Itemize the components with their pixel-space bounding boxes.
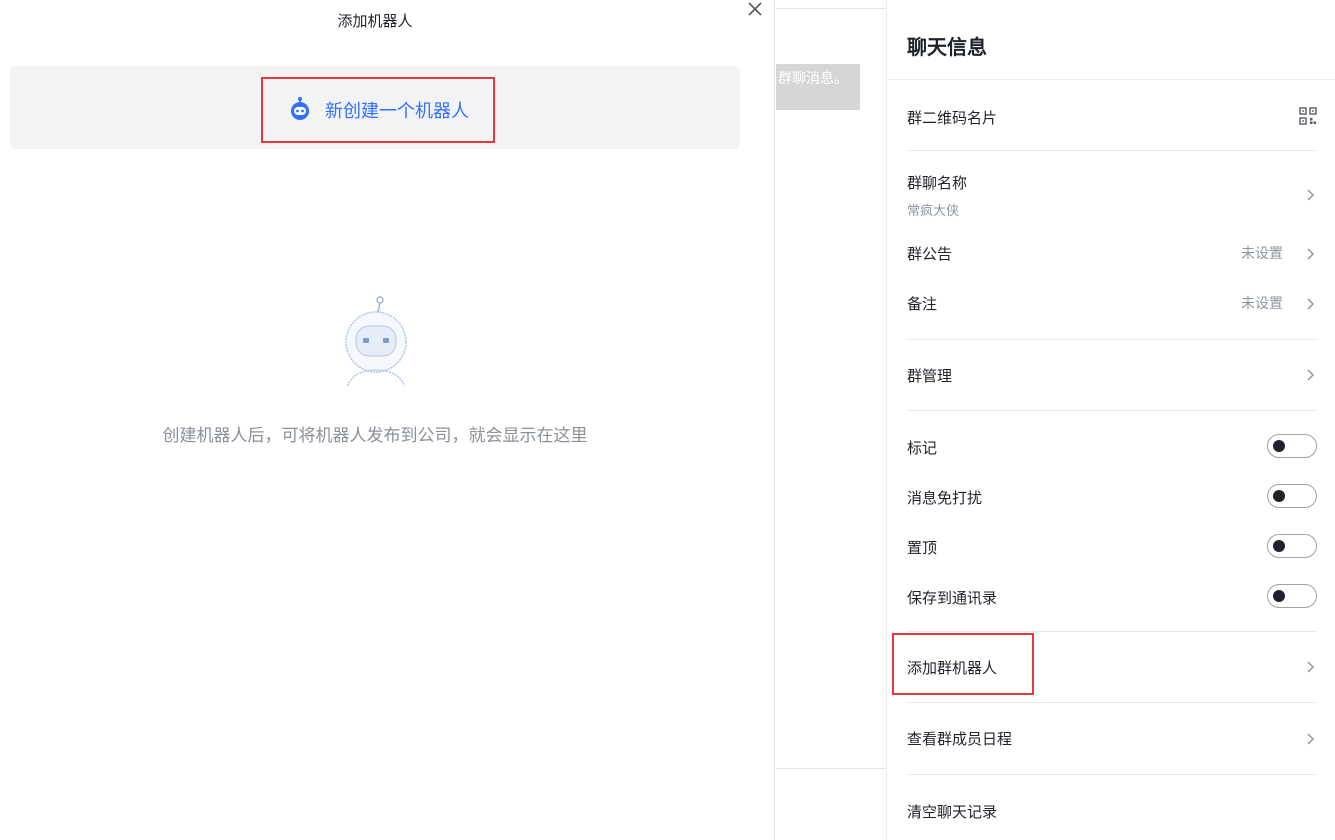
robot-icon bbox=[287, 95, 313, 125]
row-label: 查看群成员日程 bbox=[907, 730, 1013, 748]
chat-area: 群聊消息。 bbox=[776, 0, 886, 840]
row-toggle-save-contacts: 保存到通讯录 bbox=[907, 584, 1317, 610]
chat-info-panel: 聊天信息 群二维码名片 群聊名称 常疯大侠 群公告 未设置 备注 未设置 群管理… bbox=[886, 0, 1335, 840]
empty-state-text: 创建机器人后，可将机器人发布到公司，就会显示在这里 bbox=[162, 426, 588, 446]
divider bbox=[907, 150, 1317, 151]
row-label: 标记 bbox=[907, 439, 938, 457]
row-label: 清空聊天记录 bbox=[907, 803, 998, 821]
divider bbox=[907, 410, 1317, 411]
divider bbox=[907, 631, 1317, 632]
announcement-value: 未设置 bbox=[1241, 246, 1283, 262]
pin-toggle[interactable] bbox=[1267, 534, 1317, 558]
row-announcement[interactable]: 群公告 未设置 bbox=[907, 243, 1317, 265]
row-member-schedule[interactable]: 查看群成员日程 bbox=[907, 728, 1317, 750]
chat-bottom-divider bbox=[776, 768, 886, 769]
row-toggle-mark: 标记 bbox=[907, 434, 1317, 460]
save-contacts-toggle[interactable] bbox=[1267, 584, 1317, 608]
row-group-manage[interactable]: 群管理 bbox=[907, 365, 1317, 387]
close-icon[interactable] bbox=[745, 0, 765, 20]
row-label: 群公告 bbox=[907, 245, 953, 263]
mute-toggle[interactable] bbox=[1267, 484, 1317, 508]
row-group-name[interactable]: 群聊名称 常疯大侠 bbox=[907, 172, 1317, 219]
row-remark[interactable]: 备注 未设置 bbox=[907, 293, 1317, 315]
panel-header: 聊天信息 bbox=[887, 0, 1335, 80]
dialog-title: 添加机器人 bbox=[337, 12, 413, 30]
chevron-right-icon bbox=[1303, 188, 1317, 202]
row-label: 备注 bbox=[907, 295, 938, 313]
divider bbox=[907, 339, 1317, 340]
divider bbox=[907, 774, 1317, 775]
row-add-group-robot[interactable]: 添加群机器人 bbox=[907, 657, 1317, 679]
chevron-right-icon bbox=[1303, 732, 1317, 746]
chevron-right-icon bbox=[1303, 660, 1317, 674]
row-label: 群二维码名片 bbox=[907, 109, 998, 127]
row-toggle-pin: 置顶 bbox=[907, 534, 1317, 560]
row-group-qr[interactable]: 群二维码名片 bbox=[907, 107, 1317, 129]
row-label: 群聊名称 bbox=[907, 174, 968, 192]
add-robot-dialog: 添加机器人 新创建一个机器人 创建机器人后，可将机器人发布到公司，就会显示在这里 bbox=[0, 0, 775, 840]
mark-toggle[interactable] bbox=[1267, 434, 1317, 458]
remark-value: 未设置 bbox=[1241, 296, 1283, 312]
row-label: 群管理 bbox=[907, 367, 953, 385]
row-label: 消息免打扰 bbox=[907, 489, 983, 507]
chevron-right-icon bbox=[1303, 247, 1317, 261]
divider bbox=[907, 702, 1317, 703]
create-robot-button[interactable]: 新创建一个机器人 bbox=[261, 77, 495, 143]
group-name-value: 常疯大侠 bbox=[907, 204, 960, 219]
chevron-right-icon bbox=[1303, 368, 1317, 382]
chat-message-bubble: 群聊消息。 bbox=[776, 64, 860, 110]
row-label: 置顶 bbox=[907, 539, 938, 557]
row-label: 添加群机器人 bbox=[907, 659, 998, 677]
panel-title: 聊天信息 bbox=[907, 35, 987, 59]
row-clear-history[interactable]: 清空聊天记录 bbox=[907, 801, 1317, 823]
row-toggle-mute: 消息免打扰 bbox=[907, 484, 1317, 510]
create-robot-label: 新创建一个机器人 bbox=[325, 101, 469, 122]
row-label: 保存到通讯录 bbox=[907, 589, 998, 607]
robot-illustration bbox=[336, 294, 416, 390]
qr-code-icon[interactable] bbox=[1299, 107, 1317, 125]
chevron-right-icon bbox=[1303, 297, 1317, 311]
chat-top-divider bbox=[776, 8, 886, 9]
